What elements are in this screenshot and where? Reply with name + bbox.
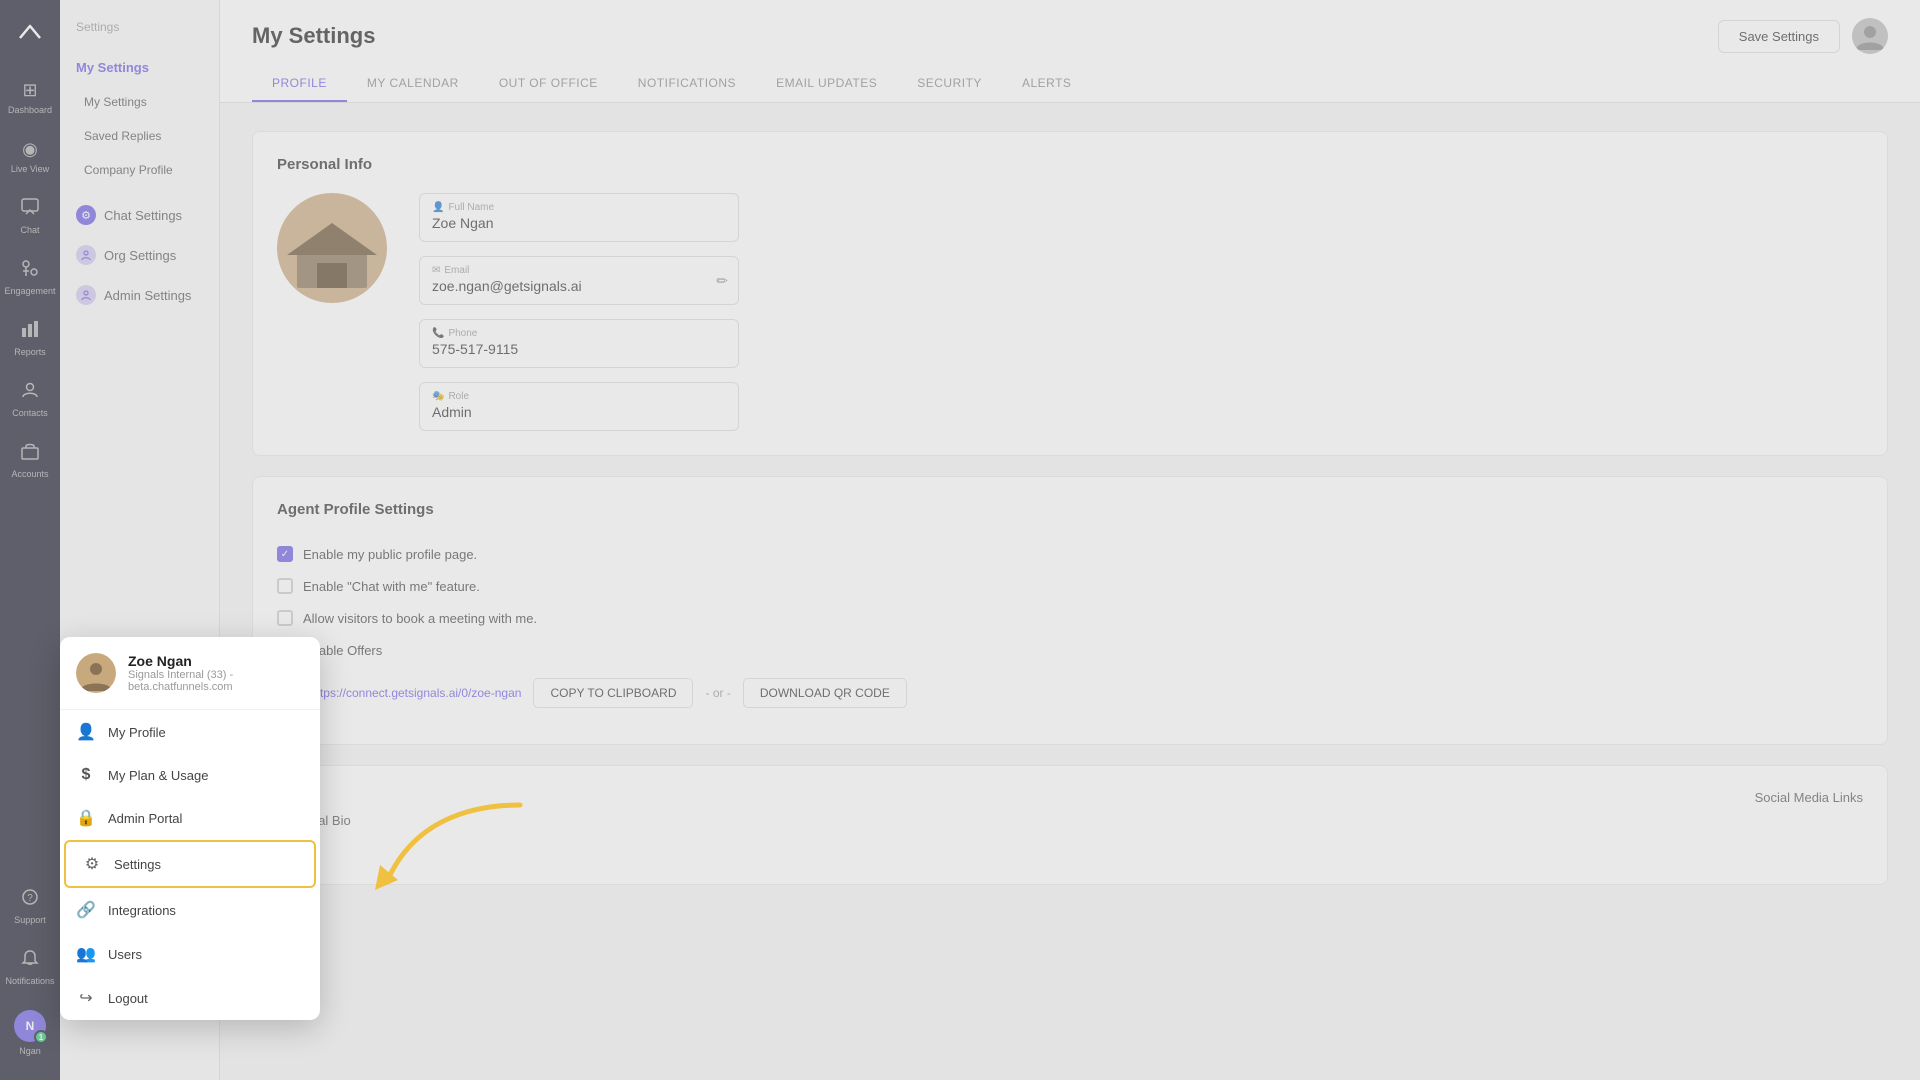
my-profile-icon: 👤 (76, 722, 96, 742)
popup-users[interactable]: 👥 Users (60, 932, 320, 976)
users-icon: 👥 (76, 944, 96, 964)
popup-my-profile[interactable]: 👤 My Profile (60, 710, 320, 754)
popup-user-sub: Signals Internal (33) - beta.chatfunnels… (128, 669, 304, 693)
logout-icon: ↪ (76, 988, 96, 1008)
popup-header: Zoe Ngan Signals Internal (33) - beta.ch… (60, 637, 320, 710)
popup-settings[interactable]: ⚙ Settings (64, 840, 316, 888)
popup-user-avatar (76, 653, 116, 693)
popup-user-name: Zoe Ngan (128, 653, 304, 669)
popup-logout[interactable]: ↪ Logout (60, 976, 320, 1020)
popup-plan-usage[interactable]: $ My Plan & Usage (60, 754, 320, 796)
settings-icon: ⚙ (82, 854, 102, 874)
admin-portal-icon: 🔒 (76, 808, 96, 828)
plan-usage-icon: $ (76, 766, 96, 784)
integrations-icon: 🔗 (76, 900, 96, 920)
popup-admin-portal[interactable]: 🔒 Admin Portal (60, 796, 320, 840)
popup-integrations[interactable]: 🔗 Integrations (60, 888, 320, 932)
popup-menu: Zoe Ngan Signals Internal (33) - beta.ch… (60, 637, 320, 1020)
